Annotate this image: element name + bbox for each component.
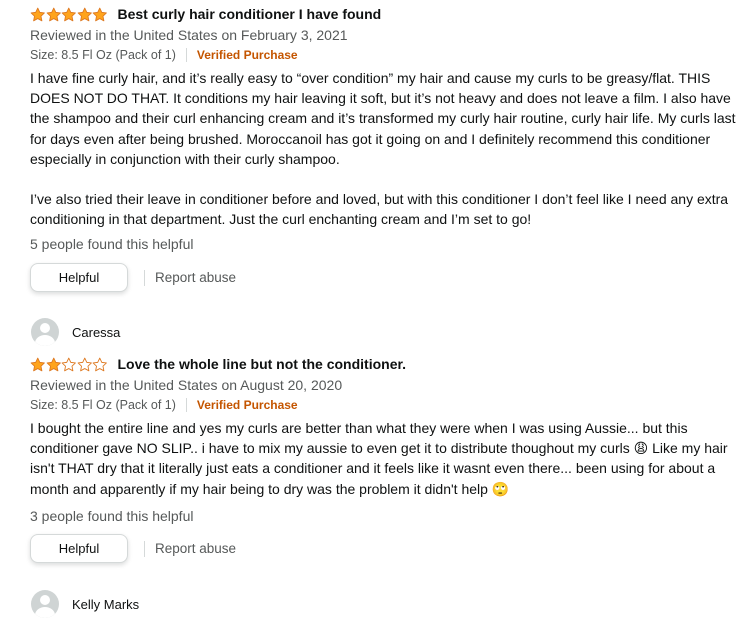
divider	[185, 48, 187, 62]
helpful-count-row: 3 people found this helpful	[30, 506, 742, 526]
review-format-row: Size: 8.5 Fl Oz (Pack of 1) Verified Pur…	[30, 395, 742, 415]
star-empty-icon	[92, 357, 107, 371]
review-paragraph: I bought the entire line and yes my curl…	[30, 420, 728, 497]
review-body: I bought the entire line and yes my curl…	[30, 418, 742, 499]
verified-purchase-badge: Verified Purchase	[196, 398, 298, 412]
review-actions: Helpful Report abuse	[30, 263, 742, 292]
star-filled-icon	[77, 7, 92, 21]
star-filled-icon	[46, 7, 61, 21]
divider	[144, 269, 145, 286]
helpful-button[interactable]: Helpful	[30, 534, 128, 563]
star-filled-icon	[30, 357, 45, 371]
review-date: Reviewed in the United States on Februar…	[30, 27, 348, 43]
star-rating[interactable]	[30, 357, 108, 372]
star-empty-icon	[61, 357, 76, 371]
star-filled-icon	[92, 7, 107, 21]
star-empty-icon	[77, 357, 92, 371]
divider	[144, 540, 145, 557]
report-abuse-link[interactable]: Report abuse	[155, 541, 236, 556]
star-rating[interactable]	[30, 7, 108, 22]
reviewer-name: Caressa	[72, 324, 121, 340]
review-card: Best curly hair conditioner I have found…	[30, 3, 742, 229]
report-abuse-link[interactable]: Report abuse	[155, 270, 236, 285]
divider	[185, 398, 187, 412]
reviewer-profile[interactable]: Kelly Marks	[31, 590, 139, 618]
size-variant-link[interactable]: Size: 8.5 Fl Oz (Pack of 1)	[30, 45, 176, 65]
size-variant-link[interactable]: Size: 8.5 Fl Oz (Pack of 1)	[30, 395, 176, 415]
review-title-link[interactable]: Best curly hair conditioner I have found	[118, 6, 382, 22]
review-title-row: Best curly hair conditioner I have found	[30, 3, 742, 25]
helpful-button[interactable]: Helpful	[30, 263, 128, 292]
review-format-row: Size: 8.5 Fl Oz (Pack of 1) Verified Pur…	[30, 45, 742, 65]
avatar-icon	[31, 590, 59, 618]
review-title-row: Love the whole line but not the conditio…	[30, 353, 742, 375]
helpful-count: 3 people found this helpful	[30, 508, 194, 524]
verified-purchase-badge: Verified Purchase	[196, 48, 298, 62]
review-actions: Helpful Report abuse	[30, 534, 742, 563]
star-filled-icon	[61, 7, 76, 21]
review-paragraph: I have fine curly hair, and it’s really …	[30, 70, 736, 167]
avatar-icon	[31, 318, 59, 346]
star-filled-icon	[46, 357, 61, 371]
star-filled-icon	[30, 7, 45, 21]
helpful-count: 5 people found this helpful	[30, 236, 194, 252]
review-date: Reviewed in the United States on August …	[30, 377, 343, 393]
review-card: Love the whole line but not the conditio…	[30, 353, 742, 499]
review-title-link[interactable]: Love the whole line but not the conditio…	[118, 356, 407, 372]
review-body: I have fine curly hair, and it’s really …	[30, 68, 742, 229]
helpful-count-row: 5 people found this helpful	[30, 234, 742, 254]
reviewer-profile[interactable]: Caressa	[31, 318, 120, 346]
review-paragraph: I’ve also tried their leave in condition…	[30, 191, 729, 228]
reviewer-name: Kelly Marks	[72, 596, 140, 612]
